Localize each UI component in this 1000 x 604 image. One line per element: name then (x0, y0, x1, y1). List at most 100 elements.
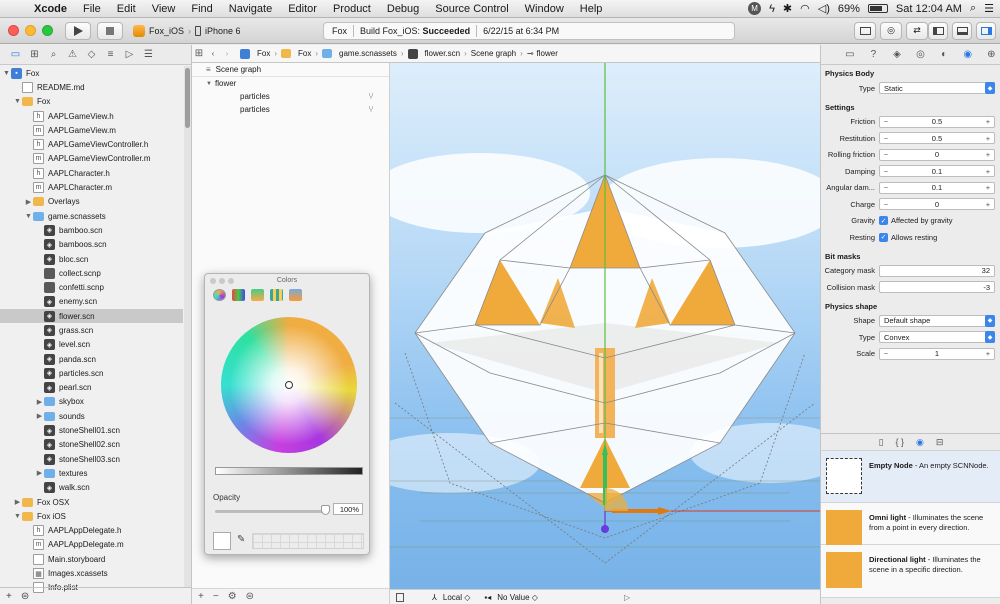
warning-icon[interactable]: ⚠ (63, 49, 82, 60)
breakpoint-icon[interactable]: ▷ (120, 49, 139, 60)
gear-icon[interactable]: ⚙ (228, 591, 237, 602)
file-tree-row[interactable]: h AAPLGameView.h (0, 109, 183, 123)
increment-icon[interactable]: + (982, 134, 994, 143)
disclosure-triangle-icon[interactable]: ▶ (13, 498, 22, 506)
color-palettes-icon[interactable] (251, 289, 264, 301)
file-tree-row[interactable]: collect.scnp (0, 266, 183, 280)
color-sliders-icon[interactable] (232, 289, 245, 301)
media-library-icon[interactable]: ⊟ (936, 437, 944, 448)
report-icon[interactable]: ☰ (139, 49, 158, 60)
file-tree-row[interactable]: m AAPLAppDelegate.m (0, 538, 183, 552)
disclosure-triangle-icon[interactable]: ▼ (13, 513, 22, 520)
opacity-slider-knob[interactable] (321, 505, 330, 515)
toggle-inspector-button[interactable] (976, 21, 996, 40)
file-tree-row[interactable]: Main.storyboard (0, 552, 183, 566)
menu-help[interactable]: Help (572, 3, 611, 15)
file-tree-row[interactable]: ◈ bamboos.scn (0, 238, 183, 252)
disclosure-triangle-icon[interactable]: ▼ (2, 70, 11, 77)
minimize-window-button[interactable] (25, 25, 36, 36)
color-swatch-grid[interactable] (252, 533, 364, 549)
jump-assets[interactable]: game.scnassets (322, 49, 397, 58)
display-toggle-icon[interactable] (396, 592, 404, 602)
remove-icon[interactable]: − (213, 591, 219, 602)
filter-icon[interactable]: ⊜ (246, 591, 254, 602)
jump-scene-graph[interactable]: Scene graph (471, 49, 516, 58)
scheme-selector[interactable]: Fox_iOS › iPhone 6 (133, 22, 241, 40)
menu-view[interactable]: View (144, 3, 184, 15)
search-icon[interactable]: ⌕ (44, 49, 63, 60)
wifi-icon[interactable]: ◠ (800, 2, 810, 15)
file-tree-row[interactable]: ◈ stoneShell03.scn (0, 452, 183, 466)
user-avatar[interactable]: M (748, 2, 762, 15)
color-crosshair[interactable] (285, 381, 293, 389)
file-tree-row[interactable]: ▶ skybox (0, 395, 183, 409)
file-tree-row[interactable]: ▼ Fox iOS (0, 509, 183, 523)
file-tree-row[interactable]: ▼ ▪ Fox (0, 66, 183, 80)
color-wheel-icon[interactable] (213, 289, 226, 301)
toggle-debug-button[interactable] (952, 21, 972, 40)
file-tree-row[interactable]: ◈ flower.scn (0, 309, 183, 324)
bolt-icon[interactable]: ϟ (769, 3, 775, 15)
jump-node[interactable]: ⊸ flower (527, 49, 558, 58)
assistant-editor-button[interactable]: ◎ (880, 21, 902, 40)
add-icon[interactable]: + (6, 591, 12, 602)
scale-stepper[interactable]: − 1 + (879, 347, 995, 360)
disclosure-triangle-icon[interactable]: ▶ (35, 469, 44, 477)
node-inspector-icon[interactable]: ◈ (888, 49, 906, 60)
file-tree-row[interactable]: m AAPLGameViewController.m (0, 152, 183, 166)
decrement-icon[interactable]: − (880, 183, 892, 192)
file-tree-row[interactable]: README.md (0, 80, 183, 94)
settings-stepper[interactable]: − 0 + (879, 198, 995, 211)
file-tree-row[interactable]: ◈ stoneShell01.scn (0, 423, 183, 437)
add-icon[interactable]: + (198, 591, 204, 602)
brightness-slider[interactable] (215, 467, 363, 475)
jump-file[interactable]: flower.scn (407, 48, 460, 59)
settings-stepper[interactable]: − 0.1 + (879, 165, 995, 178)
eyedropper-icon[interactable]: ✎ (237, 534, 245, 545)
menu-window[interactable]: Window (517, 3, 572, 15)
file-tree-row[interactable]: ◈ particles.scn (0, 366, 183, 380)
close-window-button[interactable] (8, 25, 19, 36)
attributes-icon[interactable]: ◎ (912, 49, 930, 60)
symbol-icon[interactable]: ⊞ (25, 49, 44, 60)
settings-stepper[interactable]: − 0.5 + (879, 115, 995, 128)
file-tree-row[interactable]: confetti.scnp (0, 280, 183, 294)
scene-node-row[interactable]: particles Ⴤ (192, 90, 389, 103)
file-tree-row[interactable]: ◈ panda.scn (0, 352, 183, 366)
related-items-icon[interactable]: ⊞ (192, 48, 206, 59)
decrement-icon[interactable]: − (880, 117, 892, 126)
increment-icon[interactable]: + (982, 349, 994, 358)
disclosure-triangle-icon[interactable]: ▶ (24, 198, 33, 206)
shape-popup[interactable]: Default shape ◆ (879, 314, 995, 327)
decrement-icon[interactable]: − (880, 200, 892, 209)
file-tree-row[interactable]: ▼ game.scnassets (0, 209, 183, 223)
file-tree-row[interactable]: ▶ textures (0, 466, 183, 480)
current-color-swatch[interactable] (213, 532, 231, 550)
opacity-slider[interactable] (215, 510, 325, 513)
navigator-scrollbar[interactable] (184, 66, 191, 587)
physics-icon[interactable]: ◉ (959, 49, 977, 60)
object-library-icon[interactable]: ◉ (916, 437, 924, 448)
decrement-icon[interactable]: − (880, 150, 892, 159)
run-button[interactable] (65, 21, 91, 40)
menu-product[interactable]: Product (325, 3, 379, 15)
image-palettes-icon[interactable] (270, 289, 283, 301)
menu-find[interactable]: Find (183, 3, 220, 15)
increment-icon[interactable]: + (982, 117, 994, 126)
increment-icon[interactable]: + (982, 150, 994, 159)
menu-debug[interactable]: Debug (379, 3, 427, 15)
disclosure-triangle-icon[interactable]: ▶ (35, 412, 44, 420)
file-tree-row[interactable]: m AAPLGameView.m (0, 123, 183, 137)
crayons-icon[interactable] (289, 289, 302, 301)
standard-editor-button[interactable] (854, 21, 876, 40)
zoom-window-button[interactable] (42, 25, 53, 36)
jump-project[interactable]: Fox (240, 48, 270, 59)
category-mask-field[interactable]: 32⬍ (879, 264, 1000, 277)
jump-group[interactable]: Fox (281, 49, 311, 58)
increment-icon[interactable]: + (982, 183, 994, 192)
increment-icon[interactable]: + (982, 200, 994, 209)
library-item[interactable]: Directional light - Illuminates the scen… (821, 545, 1000, 598)
decrement-icon[interactable]: − (880, 134, 892, 143)
debug-icon[interactable]: ≡ (101, 49, 120, 60)
decrement-icon[interactable]: − (880, 349, 892, 358)
